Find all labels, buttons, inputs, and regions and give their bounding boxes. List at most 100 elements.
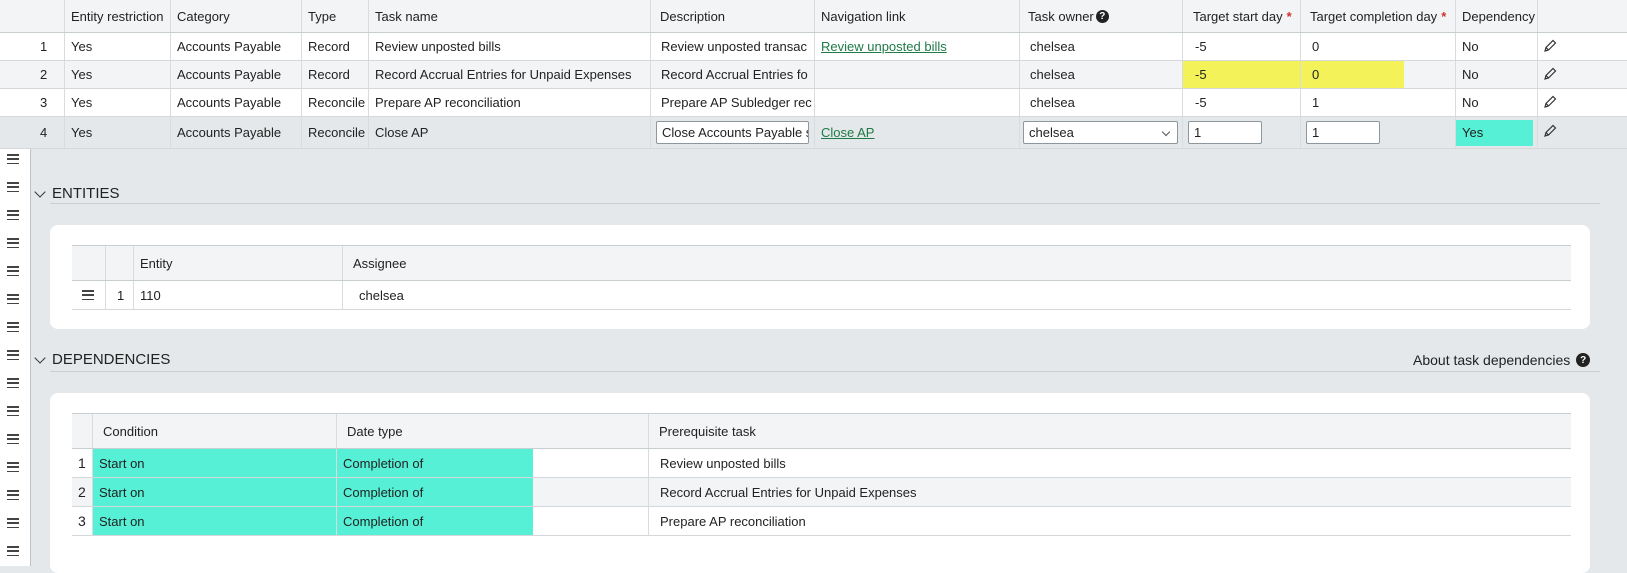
col-type[interactable]: Type <box>301 0 368 32</box>
drag-handle-icon[interactable] <box>7 350 19 360</box>
cell-task-name[interactable]: Review unposted bills <box>368 33 650 60</box>
cell-target-completion-day[interactable]: 0 <box>1300 61 1455 88</box>
table-row[interactable]: 3 Start on Completion of Prepare AP reco… <box>72 507 1571 536</box>
cell-task-owner[interactable]: chelsea <box>1019 89 1182 116</box>
cell-prerequisite-task[interactable]: Record Accrual Entries for Unpaid Expens… <box>648 478 1571 506</box>
dependencies-section-header[interactable]: DEPENDENCIES <box>34 351 170 368</box>
col-condition[interactable]: Condition <box>92 414 336 448</box>
cell-date-type[interactable]: Completion of <box>336 507 648 535</box>
cell-entity-restriction[interactable]: Yes <box>64 89 170 116</box>
description-input[interactable]: Close Accounts Payable s <box>656 121 809 144</box>
drag-handle-icon[interactable] <box>7 406 19 416</box>
col-task-name[interactable]: Task name <box>368 0 650 32</box>
cell-type[interactable]: Reconcile <box>301 89 368 116</box>
drag-handle-icon[interactable] <box>7 518 19 528</box>
cell-category[interactable]: Accounts Payable <box>170 117 301 148</box>
drag-handle-cell <box>72 281 105 309</box>
cell-entity-restriction[interactable]: Yes <box>64 117 170 148</box>
cell-description[interactable]: Record Accrual Entries fo <box>650 61 814 88</box>
cell-description[interactable]: Prepare AP Subledger rec <box>650 89 814 116</box>
cell-date-type[interactable]: Completion of <box>336 478 648 506</box>
col-target-completion-day[interactable]: Target completion day * <box>1300 0 1455 32</box>
cell-entity-restriction[interactable]: Yes <box>64 33 170 60</box>
table-row[interactable]: 2 Yes Accounts Payable Record Record Acc… <box>0 61 1627 89</box>
cell-dependency[interactable]: Yes <box>1455 117 1537 148</box>
cell-entity-restriction[interactable]: Yes <box>64 61 170 88</box>
drag-handle-icon[interactable] <box>7 154 19 164</box>
task-owner-select[interactable]: chelsea <box>1023 121 1178 144</box>
target-completion-day-input[interactable]: 1 <box>1306 121 1380 144</box>
col-entity-restriction[interactable]: Entity restriction <box>64 0 170 32</box>
cell-dependency[interactable]: No <box>1455 89 1537 116</box>
table-row[interactable]: 1 Yes Accounts Payable Record Review unp… <box>0 33 1627 61</box>
col-assignee[interactable]: Assignee <box>342 246 1571 280</box>
row-number: 3 <box>78 513 86 529</box>
help-icon[interactable]: ? <box>1576 353 1591 367</box>
drag-handle-icon[interactable] <box>7 322 19 332</box>
pencil-icon[interactable] <box>1542 66 1558 82</box>
cell-dependency[interactable]: No <box>1455 61 1537 88</box>
cell-category[interactable]: Accounts Payable <box>170 89 301 116</box>
cell-entity[interactable]: 110 <box>133 281 342 309</box>
drag-handle-icon[interactable] <box>7 434 19 444</box>
drag-handle-icon[interactable] <box>7 182 19 192</box>
cell-condition[interactable]: Start on <box>92 507 336 535</box>
col-prerequisite-task[interactable]: Prerequisite task <box>648 414 1571 448</box>
drag-handle-icon[interactable] <box>7 546 19 556</box>
cell-prerequisite-task[interactable]: Review unposted bills <box>648 449 1571 477</box>
cell-assignee[interactable]: chelsea <box>342 281 1571 309</box>
cell-prerequisite-task[interactable]: Prepare AP reconciliation <box>648 507 1571 535</box>
col-task-owner[interactable]: Task owner ? <box>1019 0 1182 32</box>
drag-handle-icon[interactable] <box>7 266 19 276</box>
about-task-dependencies-link[interactable]: About task dependencies ? <box>1413 352 1591 368</box>
cell-target-start-day[interactable]: -5 <box>1182 33 1300 60</box>
entities-section-header[interactable]: ENTITIES <box>34 185 120 202</box>
drag-handle-icon[interactable] <box>7 378 19 388</box>
cell-description[interactable]: Review unposted transac <box>650 33 814 60</box>
drag-handle-icon[interactable] <box>7 210 19 220</box>
navigation-link[interactable]: Close AP <box>821 125 874 140</box>
pencil-icon[interactable] <box>1542 94 1558 110</box>
help-icon[interactable]: ? <box>1095 9 1109 23</box>
cell-target-start-day[interactable]: -5 <box>1182 89 1300 116</box>
col-entity[interactable]: Entity <box>133 246 342 280</box>
col-target-start-day[interactable]: Target start day * <box>1182 0 1300 32</box>
table-row[interactable]: 2 Start on Completion of Record Accrual … <box>72 478 1571 507</box>
cell-task-name[interactable]: Close AP <box>368 117 650 148</box>
cell-task-owner[interactable]: chelsea <box>1019 61 1182 88</box>
cell-category[interactable]: Accounts Payable <box>170 33 301 60</box>
cell-task-name[interactable]: Record Accrual Entries for Unpaid Expens… <box>368 61 650 88</box>
table-row[interactable]: 1 Start on Completion of Review unposted… <box>72 449 1571 478</box>
cell-dependency[interactable]: No <box>1455 33 1537 60</box>
drag-handle-icon[interactable] <box>7 294 19 304</box>
cell-type[interactable]: Record <box>301 33 368 60</box>
cell-task-name[interactable]: Prepare AP reconciliation <box>368 89 650 116</box>
table-row[interactable]: 3 Yes Accounts Payable Reconcile Prepare… <box>0 89 1627 117</box>
col-date-type[interactable]: Date type <box>336 414 648 448</box>
col-description[interactable]: Description <box>650 0 814 32</box>
cell-type[interactable]: Reconcile <box>301 117 368 148</box>
cell-condition[interactable]: Start on <box>92 449 336 477</box>
pencil-icon[interactable] <box>1542 38 1558 54</box>
cell-date-type[interactable]: Completion of <box>336 449 648 477</box>
drag-handle-icon[interactable] <box>82 290 94 300</box>
pencil-icon[interactable] <box>1542 123 1558 139</box>
cell-target-completion-day[interactable]: 1 <box>1300 89 1455 116</box>
drag-handle-icon[interactable] <box>7 462 19 472</box>
drag-handle-icon[interactable] <box>7 490 19 500</box>
table-row-editing[interactable]: 4 Yes Accounts Payable Reconcile Close A… <box>0 117 1627 149</box>
cell-condition[interactable]: Start on <box>92 478 336 506</box>
col-navigation-link[interactable]: Navigation link <box>814 0 1019 32</box>
drag-handle-icon[interactable] <box>7 238 19 248</box>
table-row[interactable]: 1 110 chelsea <box>72 281 1571 310</box>
cell-task-owner[interactable]: chelsea <box>1019 33 1182 60</box>
col-dependency[interactable]: Dependency <box>1455 0 1537 32</box>
col-category[interactable]: Category <box>170 0 301 32</box>
target-start-day-input[interactable]: 1 <box>1188 121 1262 144</box>
cell-type[interactable]: Record <box>301 61 368 88</box>
cell-target-completion-day[interactable]: 0 <box>1300 33 1455 60</box>
row-number: 2 <box>40 67 48 82</box>
cell-category[interactable]: Accounts Payable <box>170 61 301 88</box>
navigation-link[interactable]: Review unposted bills <box>821 39 947 54</box>
cell-target-start-day[interactable]: -5 <box>1182 61 1300 88</box>
